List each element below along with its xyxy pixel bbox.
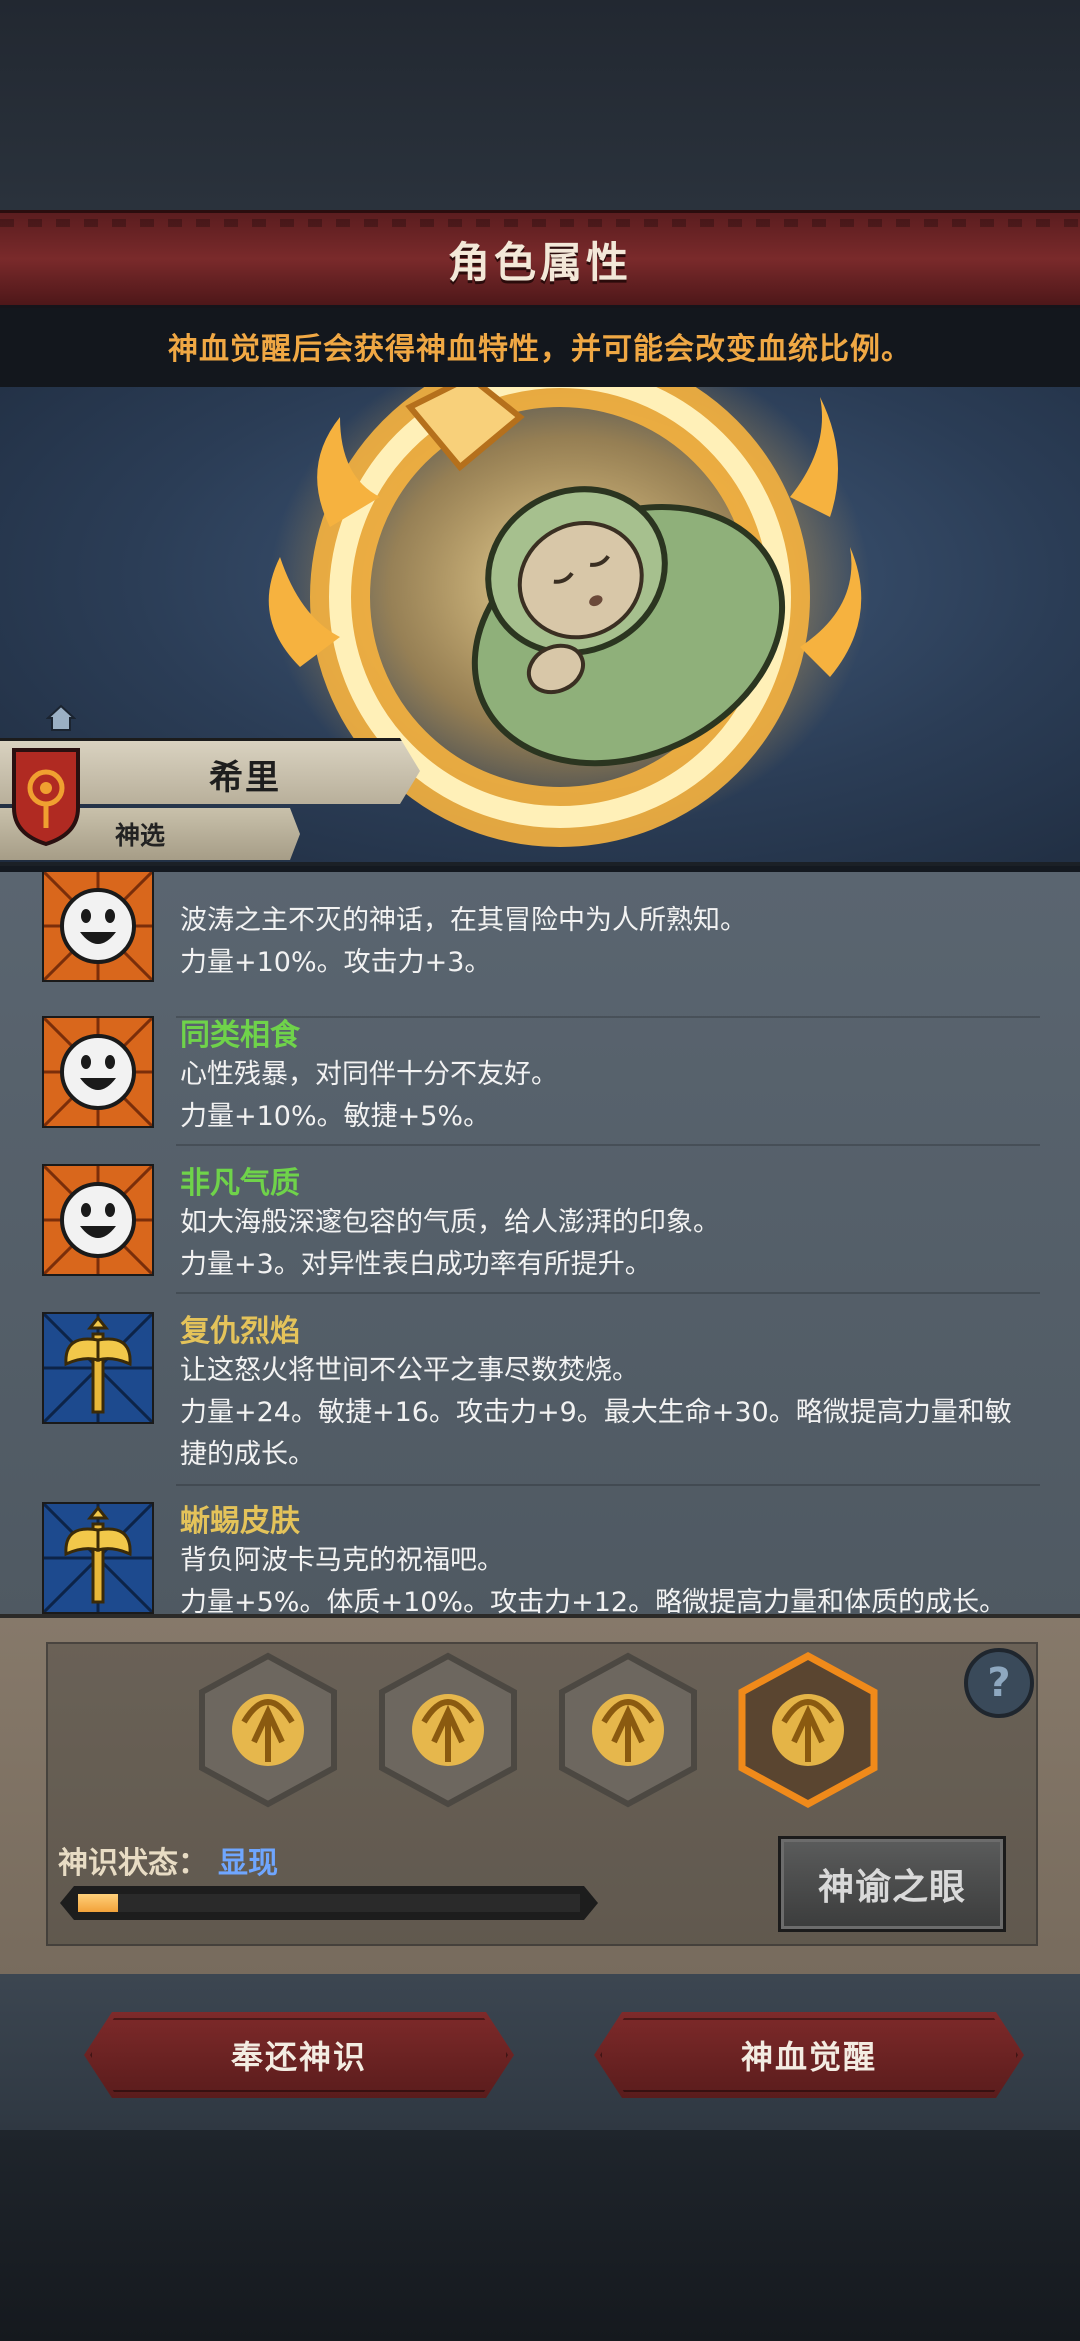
oracle-eye-label: 神谕之眼 <box>817 1867 966 1908</box>
trait-list[interactable]: 波涛之主不灭的神话，在其冒险中为人所熟知。 力量+10%。攻击力+3。 同类相食… <box>0 866 1080 1620</box>
smiley-face-icon <box>42 1016 154 1128</box>
trait-description: 背负阿波卡马克的祝福吧。 <box>180 1545 504 1576</box>
trait-divider <box>176 1016 1040 1018</box>
page-title: 角色属性 <box>447 237 632 287</box>
trait-name: 非凡气质 <box>180 1166 300 1201</box>
divine-blood-awaken-label: 神血觉醒 <box>740 2038 877 2076</box>
header-ornament <box>0 219 1080 227</box>
trait-description: 让这怒火将世间不公平之事尽数焚烧。 <box>180 1355 639 1386</box>
trait-effect: 力量+10%。攻击力+3。 <box>180 947 492 978</box>
divine-state-label: 神识状态： <box>58 1846 208 1881</box>
help-label: ? <box>987 1660 1011 1706</box>
trait-divider <box>176 1484 1040 1486</box>
trait-description: 波涛之主不灭的神话，在其冒险中为人所熟知。 <box>180 905 747 936</box>
trait-divider <box>176 1144 1040 1146</box>
divine-slot-1[interactable] <box>198 1652 338 1808</box>
notice-banner: 神血觉醒后会获得神血特性，并可能会改变血统比例。 <box>0 305 1080 387</box>
trait-name: 复仇烈焰 <box>180 1314 300 1349</box>
divine-progress-bar <box>60 1886 598 1920</box>
trait-effect: 力量+3。对异性表白成功率有所提升。 <box>180 1249 652 1280</box>
return-divine-sense-button[interactable]: 奉还神识 <box>84 2012 514 2098</box>
golden-axe-icon <box>42 1502 154 1614</box>
page-header: 角色属性 <box>0 210 1080 308</box>
trait-description: 心性残暴，对同伴十分不友好。 <box>180 1059 558 1090</box>
oracle-eye-button[interactable]: 神谕之眼 <box>778 1836 1006 1932</box>
golden-axe-icon <box>42 1312 154 1424</box>
notice-text: 神血觉醒后会获得神血特性，并可能会改变血统比例。 <box>168 332 912 367</box>
help-button[interactable]: ? <box>964 1648 1034 1718</box>
footer-background <box>0 2130 1080 2341</box>
trait-name: 同类相食 <box>180 1018 300 1053</box>
trait-description: 如大海般深邃包容的气质，给人澎湃的印象。 <box>180 1207 720 1238</box>
smiley-face-icon <box>42 1164 154 1276</box>
trait-name: 蜥蜴皮肤 <box>180 1504 300 1539</box>
divine-slot-3[interactable] <box>558 1652 698 1808</box>
divine-blood-awaken-button[interactable]: 神血觉醒 <box>594 2012 1024 2098</box>
character-subtitle: 神选 <box>114 821 165 850</box>
crest-shield-icon <box>12 748 80 846</box>
top-background <box>0 0 1080 210</box>
trait-divider <box>176 1292 1040 1294</box>
character-name: 希里 <box>209 757 281 798</box>
smiley-face-icon <box>42 872 154 982</box>
trait-effect: 力量+24。敏捷+16。攻击力+9。最大生命+30。略微提高力量和敏捷的成长。 <box>180 1397 1012 1470</box>
home-icon[interactable] <box>46 704 76 732</box>
divine-slot-4-selected[interactable] <box>738 1652 878 1808</box>
return-divine-sense-label: 奉还神识 <box>230 2038 367 2076</box>
progress-fill <box>78 1894 118 1912</box>
progress-track <box>78 1894 580 1912</box>
trait-effect: 力量+10%。敏捷+5%。 <box>180 1101 491 1132</box>
divine-state-value: 显现 <box>218 1846 278 1881</box>
divine-slot-2[interactable] <box>378 1652 518 1808</box>
